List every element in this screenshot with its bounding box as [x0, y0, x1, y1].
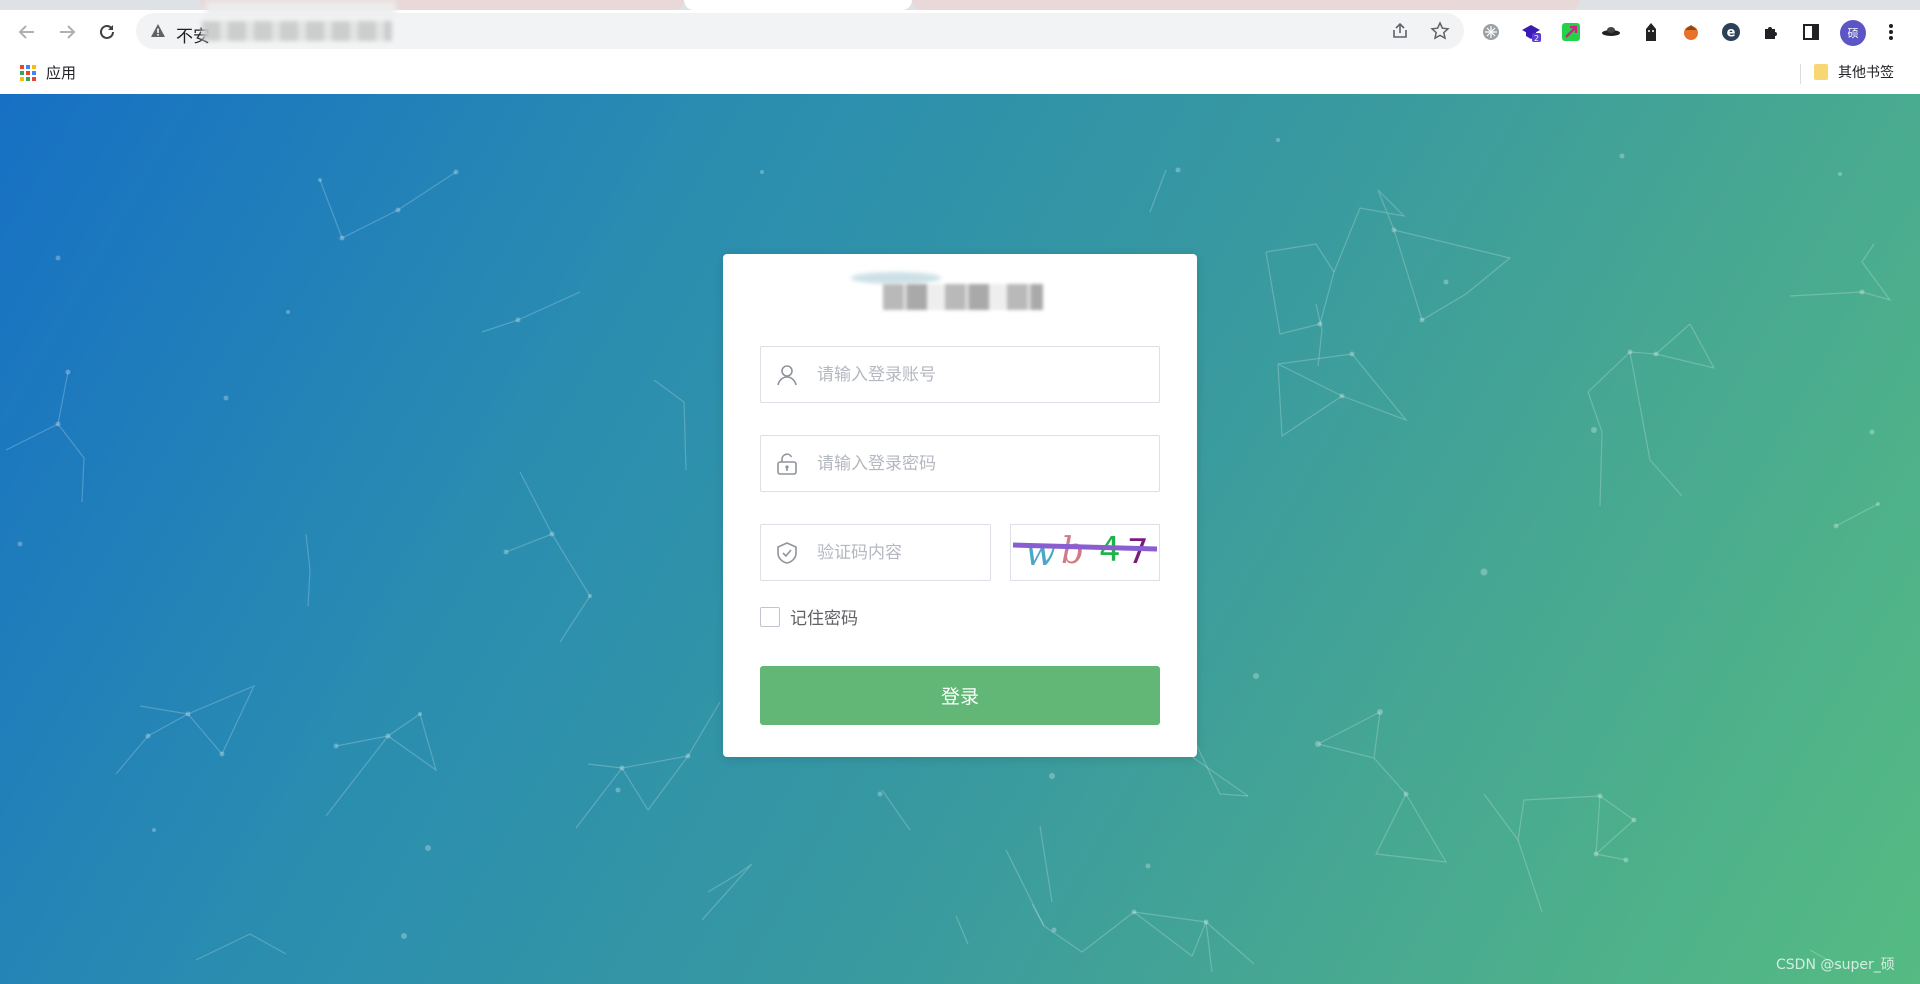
hat-icon[interactable]: [1680, 21, 1702, 43]
saucer-icon[interactable]: [1600, 21, 1622, 43]
system-title: [723, 272, 1197, 322]
apps-grid-icon: [20, 64, 36, 81]
bookmarks-divider: [1800, 64, 1801, 84]
profile-avatar[interactable]: 硕: [1840, 20, 1866, 46]
puzzle-icon[interactable]: [1760, 21, 1782, 43]
watermark: CSDN @super_硕: [1776, 957, 1895, 973]
reload-icon: [100, 24, 114, 39]
reload-button[interactable]: [94, 19, 120, 45]
browser-chrome: 不安 2 e 硕 应用 其他书签: [0, 0, 1920, 94]
remember-password-row[interactable]: 记住密码: [760, 604, 858, 629]
captcha-graphic: w b 4 7: [1012, 530, 1158, 574]
warning-icon[interactable]: [150, 23, 166, 39]
url-text-redacted: [202, 21, 392, 41]
address-bar[interactable]: 不安: [136, 1, 1464, 49]
username-input[interactable]: [817, 347, 1137, 402]
bookmark-other[interactable]: 其他书签: [1814, 62, 1894, 82]
forward-arrow-icon: [60, 25, 76, 39]
url-blur-ghost: [206, 1, 396, 15]
sidepanel-icon[interactable]: [1800, 21, 1822, 43]
star-icon[interactable]: [1430, 21, 1450, 41]
forward-button[interactable]: [54, 19, 80, 45]
browser-toolbar: 不安 2 e 硕: [0, 1, 1920, 52]
title-text-redacted: [883, 284, 1043, 310]
tab-active[interactable]: [684, 0, 912, 10]
lock-icon: [777, 453, 797, 475]
svg-text:e: e: [1727, 26, 1736, 41]
bookmarks-bar: 应用 其他书签: [0, 52, 1920, 94]
share-icon[interactable]: [1390, 21, 1410, 41]
bookmark-other-label: 其他书签: [1838, 64, 1894, 80]
title-logo-redacted: [851, 272, 941, 284]
user-icon: [777, 365, 797, 386]
back-button[interactable]: [14, 19, 40, 45]
extension-badge-count: 2: [1534, 34, 1539, 43]
captcha-input[interactable]: [817, 525, 977, 580]
captcha-field[interactable]: [760, 524, 991, 581]
remember-label: 记住密码: [790, 609, 858, 629]
login-page-background: w b 4 7 wb47 记住密码 登录 CSDN @super_硕: [0, 94, 1920, 984]
login-button[interactable]: 登录: [760, 666, 1160, 725]
captcha-char: b: [1061, 531, 1084, 572]
arrow-extension-icon[interactable]: [1560, 21, 1582, 43]
login-card: w b 4 7 wb47 记住密码 登录: [723, 254, 1197, 757]
menu-dots-icon[interactable]: [1880, 21, 1902, 43]
e-extension-icon[interactable]: e: [1720, 21, 1742, 43]
remember-checkbox[interactable]: [760, 606, 780, 627]
back-arrow-icon: [18, 25, 34, 39]
captcha-char: 7: [1127, 532, 1149, 572]
tab-inactive[interactable]: [912, 0, 1580, 10]
username-field[interactable]: [760, 346, 1160, 403]
badge-extension-icon[interactable]: 2: [1520, 21, 1542, 43]
hacker-icon[interactable]: [1640, 21, 1662, 43]
shield-check-icon: [777, 542, 797, 564]
password-field[interactable]: [760, 435, 1160, 492]
snowflake-icon[interactable]: [1480, 21, 1502, 43]
password-input[interactable]: [817, 436, 1137, 491]
bookmark-apps[interactable]: 应用: [20, 62, 76, 83]
bookmark-apps-label: 应用: [46, 65, 77, 82]
captcha-char: w: [1025, 533, 1056, 574]
captcha-image[interactable]: w b 4 7 wb47: [1010, 524, 1160, 581]
folder-icon: [1814, 64, 1828, 80]
